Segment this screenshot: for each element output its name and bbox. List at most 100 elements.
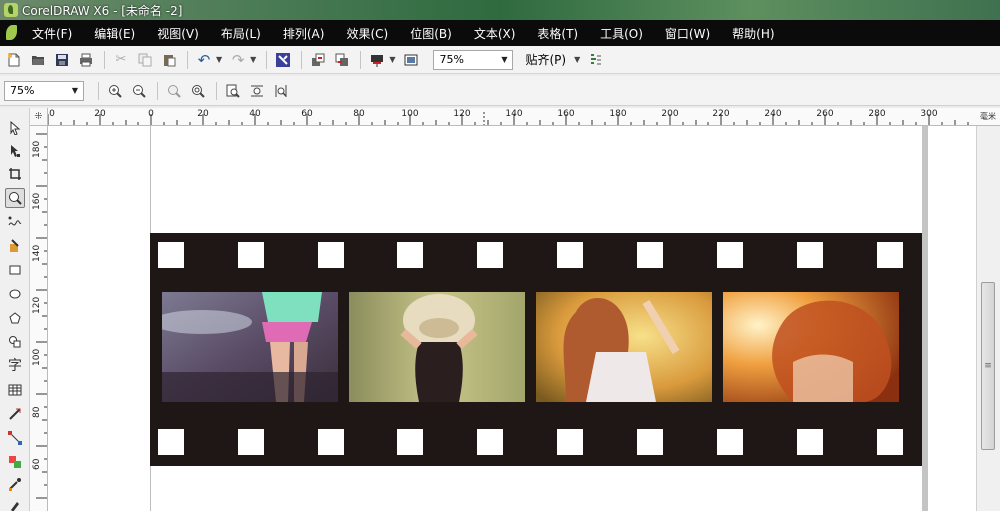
- chevron-down-icon: ▼: [71, 86, 78, 95]
- ruler-tick-label: 140: [505, 109, 523, 119]
- menu-layout[interactable]: 布局(L): [221, 25, 261, 42]
- photo-frame-1[interactable]: [162, 292, 338, 402]
- sprocket-hole: [477, 242, 503, 268]
- menu-edit[interactable]: 编辑(E): [94, 25, 135, 42]
- ruler-origin[interactable]: ⁜: [30, 108, 48, 126]
- polygon-tool-icon[interactable]: [5, 308, 25, 328]
- zoom-to-selected-icon[interactable]: [166, 83, 182, 99]
- basic-shapes-icon[interactable]: [5, 332, 25, 352]
- zoom-tool-icon[interactable]: [5, 188, 25, 208]
- outline-pen-icon[interactable]: [5, 496, 25, 511]
- copy-icon[interactable]: [137, 52, 153, 68]
- toolbar-divider: [187, 50, 188, 69]
- zoom-out-icon[interactable]: [131, 83, 147, 99]
- menu-table[interactable]: 表格(T): [537, 25, 578, 42]
- menu-file[interactable]: 文件(F): [32, 25, 72, 42]
- sprocket-hole: [238, 242, 264, 268]
- options-icon[interactable]: [588, 52, 604, 68]
- drawing-canvas[interactable]: [48, 126, 976, 511]
- redo-icon[interactable]: ↷: [230, 51, 246, 69]
- save-icon[interactable]: [54, 52, 70, 68]
- menu-help[interactable]: 帮助(H): [732, 25, 774, 42]
- ruler-tick-label: 300: [920, 109, 938, 119]
- ruler-tick-label: 180: [609, 109, 627, 119]
- search-content-icon[interactable]: [275, 52, 291, 68]
- redo-dropdown-icon[interactable]: ▼: [250, 55, 256, 64]
- smart-fill-icon[interactable]: [5, 236, 25, 256]
- menu-view[interactable]: 视图(V): [157, 25, 199, 42]
- dimension-tool-icon[interactable]: [5, 404, 25, 424]
- export-icon[interactable]: [334, 52, 350, 68]
- toolbar-divider: [104, 50, 105, 69]
- crop-tool-icon[interactable]: [5, 164, 25, 184]
- welcome-screen-icon[interactable]: [403, 52, 419, 68]
- print-icon[interactable]: [78, 52, 94, 68]
- undo-dropdown-icon[interactable]: ▼: [216, 55, 222, 64]
- sprocket-hole: [637, 242, 663, 268]
- ruler-tick-label: 140: [32, 244, 42, 262]
- shape-tool-icon[interactable]: [5, 141, 25, 161]
- text-tool-icon[interactable]: 字: [5, 355, 25, 375]
- ruler-tick-label: 60: [32, 458, 42, 470]
- snap-to-button[interactable]: 贴齐(P) ▼: [525, 51, 588, 68]
- zoom-to-page-width-icon[interactable]: [249, 83, 265, 99]
- effects-tool-icon[interactable]: [5, 452, 25, 472]
- menu-bitmaps[interactable]: 位图(B): [410, 25, 452, 42]
- ellipse-tool-icon[interactable]: [5, 284, 25, 304]
- connector-tool-icon[interactable]: [5, 428, 25, 448]
- menu-text[interactable]: 文本(X): [474, 25, 516, 42]
- zoom-levels-select[interactable]: 75% ▼: [4, 80, 84, 101]
- toolbar-divider: [266, 50, 268, 69]
- vertical-ruler[interactable]: 180 160 140 120 100 80 60: [30, 126, 48, 511]
- rectangle-tool-icon[interactable]: [5, 260, 25, 280]
- horizontal-ruler[interactable]: 0 20 0 20 40 60 80 100 120 140 160 180 2…: [48, 108, 976, 126]
- ruler-tick-label: 160: [557, 109, 575, 119]
- standard-toolbar: ✂ ↶ ▼ ↷ ▼ ▼ 75% ▼ 贴齐(P) ▼: [0, 46, 1000, 74]
- ruler-tick-label: 220: [712, 109, 730, 119]
- menu-window[interactable]: 窗口(W): [665, 25, 710, 42]
- launcher-dropdown-icon[interactable]: ▼: [389, 55, 395, 64]
- open-folder-icon[interactable]: [30, 52, 46, 68]
- zoom-in-icon[interactable]: [107, 83, 123, 99]
- zoom-level-select[interactable]: 75% ▼: [433, 49, 514, 70]
- pick-tool-icon[interactable]: [5, 118, 25, 138]
- table-tool-icon[interactable]: [5, 380, 25, 400]
- ruler-tick-label: 100: [401, 109, 419, 119]
- scrollbar-thumb[interactable]: ≡: [981, 282, 995, 450]
- freehand-tool-icon[interactable]: [5, 212, 25, 232]
- menu-arrange[interactable]: 排列(A): [283, 25, 325, 42]
- photo-frame-4[interactable]: [723, 292, 899, 402]
- cut-icon[interactable]: ✂: [113, 52, 129, 68]
- ruler-tick-label: 80: [353, 109, 365, 119]
- zoom-to-all-objects-icon[interactable]: [190, 83, 206, 99]
- undo-icon[interactable]: ↶: [196, 51, 212, 69]
- zoom-property-bar: 75% ▼: [0, 76, 1000, 106]
- ruler-tick-label: 280: [868, 109, 886, 119]
- sprocket-hole: [238, 429, 264, 455]
- import-icon[interactable]: [310, 52, 326, 68]
- coreldraw-menu-icon[interactable]: [4, 24, 20, 42]
- ruler-tick-label: 120: [453, 109, 471, 119]
- zoom-level-value: 75%: [439, 53, 464, 66]
- film-strip[interactable]: [150, 233, 922, 466]
- zoom-to-page-height-icon[interactable]: [273, 83, 289, 99]
- zoom-to-page-icon[interactable]: [225, 83, 241, 99]
- ruler-unit-label: 毫米: [976, 108, 1000, 126]
- toolbar-divider: [157, 81, 158, 100]
- menu-tools[interactable]: 工具(O): [600, 25, 643, 42]
- photo-frame-3[interactable]: [536, 292, 712, 402]
- new-document-icon[interactable]: [6, 52, 22, 68]
- toolbar-divider: [216, 81, 217, 100]
- paste-icon[interactable]: [161, 52, 177, 68]
- photo-frame-2[interactable]: [349, 292, 525, 402]
- vertical-scrollbar[interactable]: ≡: [976, 126, 1000, 511]
- sprocket-hole: [158, 242, 184, 268]
- eyedropper-icon[interactable]: [5, 474, 25, 494]
- toolbar-divider: [98, 81, 99, 100]
- snap-to-label: 贴齐(P): [525, 53, 567, 67]
- application-launcher-icon[interactable]: [369, 52, 385, 68]
- ruler-tick-label: 0: [148, 109, 154, 119]
- menu-effects[interactable]: 效果(C): [346, 25, 388, 42]
- toolbox: 字: [0, 108, 30, 511]
- sprocket-hole: [637, 429, 663, 455]
